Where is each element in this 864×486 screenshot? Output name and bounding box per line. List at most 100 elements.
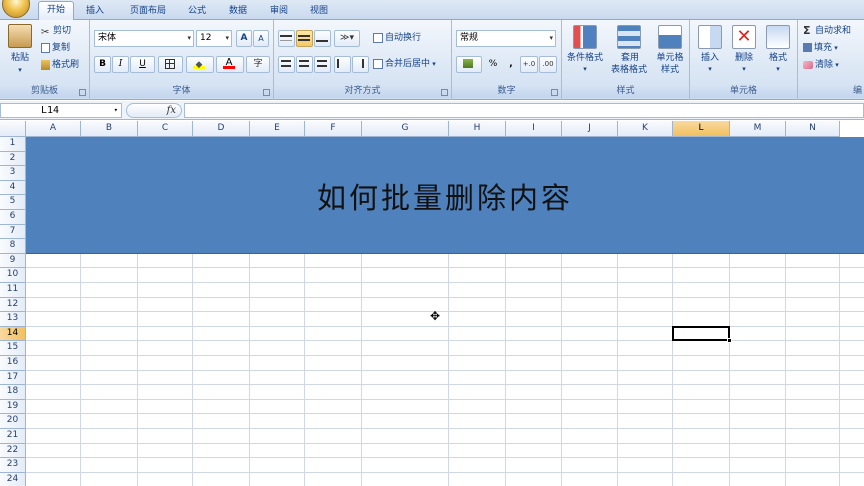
row-header-3[interactable]: 3	[0, 166, 26, 181]
active-cell[interactable]	[672, 325, 732, 344]
row-header-1[interactable]: 1	[0, 137, 26, 152]
align-middle-button[interactable]	[296, 30, 313, 47]
select-all-corner[interactable]	[0, 121, 26, 137]
row-header-7[interactable]: 7	[0, 224, 26, 240]
column-header-H[interactable]: H	[449, 121, 506, 137]
row-header-9[interactable]: 9	[0, 253, 26, 269]
row-header-20[interactable]: 20	[0, 414, 26, 429]
tab-formulas[interactable]: 公式	[182, 3, 212, 20]
name-box[interactable]: L14 ▾	[0, 103, 122, 118]
title-banner[interactable]: 如何批量删除内容	[26, 137, 864, 254]
column-header-L[interactable]: L	[673, 121, 730, 137]
insert-function-button[interactable]: fx	[126, 103, 182, 118]
column-header-D[interactable]: D	[193, 121, 250, 137]
tab-home[interactable]: 开始	[38, 1, 74, 21]
tab-page-layout[interactable]: 页面布局	[120, 3, 176, 20]
insert-cells-icon[interactable]	[698, 25, 722, 49]
paste-icon[interactable]	[8, 24, 32, 48]
row-header-12[interactable]: 12	[0, 297, 26, 313]
row-header-4[interactable]: 4	[0, 180, 26, 196]
row-header-16[interactable]: 16	[0, 356, 26, 371]
underline-button[interactable]: U	[130, 56, 155, 73]
column-header-M[interactable]: M	[730, 121, 786, 137]
format-as-table-button[interactable]: 表格格式	[604, 64, 654, 76]
row-header-21[interactable]: 21	[0, 429, 26, 444]
phonetic-button[interactable]: 字	[246, 56, 270, 73]
wrap-text-button[interactable]: 自动换行	[372, 30, 434, 47]
format-as-table-label-1[interactable]: 套用	[610, 52, 650, 64]
column-header-B[interactable]: B	[81, 121, 138, 137]
row-header-24[interactable]: 24	[0, 472, 26, 486]
worksheet-grid[interactable]: ABCDEFGHIJKLMN 1 2 3 4 5 6 7 8 9 10 11 12 13 14 15 16 17…	[0, 121, 864, 486]
decrease-decimal-button[interactable]: .00	[539, 56, 557, 73]
row-header-8[interactable]: 8	[0, 239, 26, 254]
column-header-C[interactable]: C	[138, 121, 193, 137]
delete-cells-icon[interactable]: ✕	[732, 25, 756, 49]
tab-insert[interactable]: 插入	[80, 3, 110, 20]
font-size-combo[interactable]: 12 ▾	[196, 30, 232, 47]
align-bottom-button[interactable]	[314, 30, 331, 47]
column-header-J[interactable]: J	[562, 121, 618, 137]
office-button[interactable]	[2, 0, 30, 18]
row-header-14[interactable]: 14	[0, 326, 26, 342]
bold-button[interactable]: B	[94, 56, 111, 73]
accounting-format-button[interactable]	[456, 56, 482, 73]
cell-styles-icon[interactable]	[658, 25, 682, 49]
copy-button[interactable]: 复制	[40, 40, 80, 57]
align-left-button[interactable]	[278, 56, 295, 73]
column-header-N[interactable]: N	[786, 121, 840, 137]
alignment-launcher-icon[interactable]	[441, 89, 448, 96]
row-header-17[interactable]: 17	[0, 370, 26, 386]
fill-button[interactable]: 填充 ▾	[802, 40, 864, 57]
merge-center-button[interactable]: 合并后居中 ▾	[372, 56, 448, 73]
percent-style-button[interactable]: %	[484, 56, 502, 73]
clipboard-launcher-icon[interactable]	[79, 89, 86, 96]
paste-button[interactable]: 粘贴	[4, 52, 36, 64]
italic-button[interactable]: I	[112, 56, 129, 73]
font-launcher-icon[interactable]	[263, 89, 270, 96]
row-header-15[interactable]: 15	[0, 341, 26, 356]
row-header-2[interactable]: 2	[0, 151, 26, 167]
table-format-icon[interactable]	[617, 25, 641, 49]
format-painter-button[interactable]: 格式刷	[40, 57, 86, 74]
tab-view[interactable]: 视图	[304, 3, 334, 20]
decrease-indent-button[interactable]	[334, 56, 351, 73]
row-header-19[interactable]: 19	[0, 399, 26, 415]
column-header-G[interactable]: G	[362, 121, 449, 137]
row-header-6[interactable]: 6	[0, 210, 26, 225]
paste-dropdown-icon[interactable]: ▾	[4, 64, 36, 76]
align-center-button[interactable]	[296, 56, 313, 73]
increase-indent-button[interactable]	[352, 56, 369, 73]
font-color-button[interactable]: A	[216, 56, 244, 73]
cell-styles-label-1[interactable]: 单元格	[652, 52, 688, 64]
number-format-combo[interactable]: 常规 ▾	[456, 30, 556, 47]
row-header-23[interactable]: 23	[0, 458, 26, 473]
fill-handle[interactable]	[727, 338, 732, 344]
conditional-formatting-icon[interactable]	[573, 25, 597, 49]
orientation-button[interactable]: ≫▾	[334, 30, 360, 47]
shrink-font-button[interactable]: A	[253, 30, 269, 47]
autosum-button[interactable]: Σ 自动求和	[802, 23, 864, 40]
fill-color-button[interactable]: ◆	[186, 56, 214, 73]
column-header-E[interactable]: E	[250, 121, 305, 137]
align-top-button[interactable]	[278, 30, 295, 47]
row-header-13[interactable]: 13	[0, 312, 26, 327]
row-header-11[interactable]: 11	[0, 283, 26, 298]
clear-button[interactable]: 清除 ▾	[802, 57, 864, 74]
cut-button[interactable]: ✂ 剪切	[40, 23, 80, 40]
tab-review[interactable]: 审阅	[264, 3, 294, 20]
column-header-K[interactable]: K	[618, 121, 673, 137]
formula-input[interactable]	[184, 103, 864, 118]
font-name-combo[interactable]: 宋体 ▾	[94, 30, 194, 47]
number-launcher-icon[interactable]	[551, 89, 558, 96]
column-header-F[interactable]: F	[305, 121, 362, 137]
borders-button[interactable]	[158, 56, 183, 73]
row-header-10[interactable]: 10	[0, 268, 26, 283]
cell-styles-button[interactable]: 样式	[652, 64, 688, 76]
row-header-22[interactable]: 22	[0, 443, 26, 459]
row-header-5[interactable]: 5	[0, 195, 26, 210]
column-header-I[interactable]: I	[506, 121, 562, 137]
format-cells-icon[interactable]	[766, 25, 790, 49]
grow-font-button[interactable]: A	[236, 30, 252, 47]
tab-data[interactable]: 数据	[223, 3, 253, 20]
